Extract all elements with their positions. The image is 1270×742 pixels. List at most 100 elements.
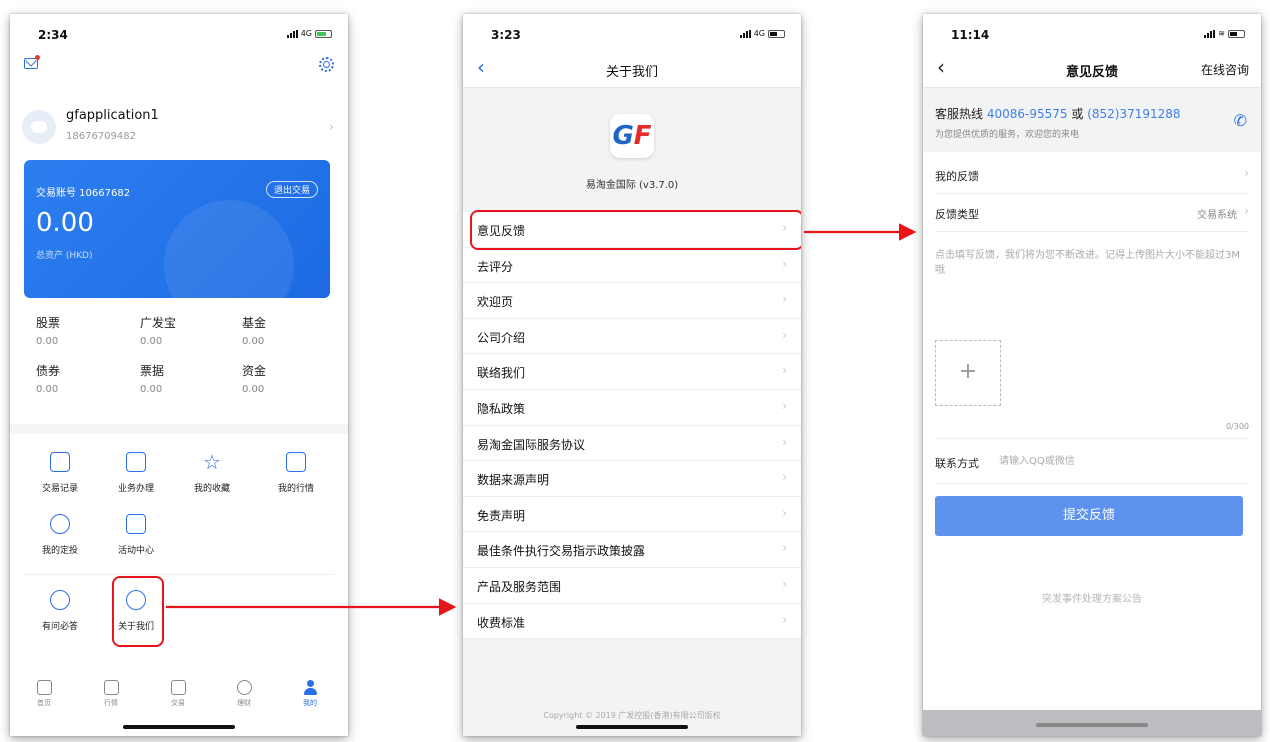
asset-gfbao[interactable]: 广发宝 0.00 [140, 314, 230, 347]
total-assets-label: 总资产 (HKD) [36, 251, 93, 261]
nav-bar: ‹ 意见反馈 在线咨询 [923, 50, 1261, 88]
signal-indicator: 4G [739, 29, 785, 38]
about-list-item[interactable]: 收费标准 › [463, 604, 801, 640]
about-list-item[interactable]: 产品及服务范围 › [463, 568, 801, 604]
upload-image-button[interactable]: + [935, 340, 1001, 406]
battery-icon [1228, 29, 1245, 38]
copyright-text: Copyright © 2019 广发控股(香港)有限公司版权 [543, 711, 721, 720]
signal-indicator: ≋ [1204, 29, 1245, 38]
my-feedback-row[interactable]: 我的反馈 › [935, 156, 1249, 194]
home-indicator [1036, 723, 1148, 727]
menu-trade-records[interactable]: 交易记录 [25, 452, 95, 494]
wealth-icon [236, 680, 252, 695]
phone-feedback-screen: 11:14 ≋ ‹ 意见反馈 在线咨询 客服热线 40086-95575 或 (… [923, 14, 1261, 736]
about-list-item[interactable]: 隐私政策 › [463, 390, 801, 426]
app-logo: GF [610, 114, 654, 158]
chevron-right-icon: › [782, 327, 787, 342]
tab-label: 理财 [237, 699, 251, 707]
menu-favorites[interactable]: ☆ 我的收藏 [177, 452, 247, 494]
tab-wealth[interactable]: 理财 [224, 680, 264, 708]
tab-home[interactable]: 首页 [24, 680, 64, 708]
wifi-icon: ≋ [1218, 29, 1225, 38]
asset-value: 0.00 [36, 384, 59, 395]
chevron-right-icon: › [782, 470, 787, 485]
contact-label: 联系方式 [935, 457, 979, 470]
hotline-subtitle: 为您提供优质的服务，欢迎您的来电 [935, 130, 1080, 140]
list-item-label: 去评分 [477, 259, 514, 274]
feedback-form: 我的反馈 › 反馈类型 交易系统 › 点击填写反馈，我们将为您不断改进。记得上传… [923, 152, 1261, 736]
exit-trading-button[interactable]: 退出交易 [265, 181, 318, 198]
avatar [22, 110, 56, 144]
tab-mine[interactable]: 我的 [290, 680, 330, 708]
status-bar: 2:34 4G [10, 14, 348, 50]
menu-auto-invest[interactable]: 我的定投 [25, 514, 95, 556]
tab-market[interactable]: 行情 [91, 680, 131, 708]
asset-value: 0.00 [36, 336, 59, 347]
tab-label: 行情 [104, 699, 118, 707]
chevron-right-icon: › [782, 576, 787, 591]
asset-name: 广发宝 [140, 316, 177, 330]
chart-icon [286, 452, 306, 472]
asset-funds[interactable]: 基金 0.00 [242, 314, 332, 347]
divider [24, 574, 334, 575]
account-card[interactable]: 交易账号 10667682 退出交易 0.00 总资产 (HKD) [24, 160, 330, 298]
about-list-item[interactable]: 欢迎页 › [463, 283, 801, 319]
contact-input[interactable] [999, 451, 1199, 471]
hotline-number-1[interactable]: 40086-95575 [987, 107, 1068, 121]
about-list-item[interactable]: 易淘金国际服务协议 › [463, 426, 801, 462]
asset-notes[interactable]: 票据 0.00 [140, 362, 230, 395]
menu-my-quotes[interactable]: 我的行情 [261, 452, 331, 494]
about-list-item[interactable]: 公司介绍 › [463, 319, 801, 355]
menu-label: 我的收藏 [193, 484, 230, 494]
section-separator [10, 424, 348, 434]
trade-icon [170, 680, 186, 695]
gear-icon[interactable] [319, 57, 334, 72]
chevron-right-icon: › [782, 363, 787, 378]
about-list-item[interactable]: 免责声明 › [463, 497, 801, 533]
asset-stocks[interactable]: 股票 0.00 [36, 314, 126, 347]
tab-label: 我的 [303, 699, 317, 707]
tab-trade[interactable]: 交易 [158, 680, 198, 708]
tab-label: 首页 [37, 699, 51, 707]
emergency-notice-link[interactable]: 突发事件处理方案公告 [923, 590, 1261, 605]
status-bar: 11:14 ≋ [923, 14, 1261, 50]
submit-feedback-button[interactable]: 提交反馈 [935, 496, 1243, 536]
highlight-box [470, 210, 801, 250]
asset-bonds[interactable]: 债券 0.00 [36, 362, 126, 395]
chevron-right-icon: › [782, 292, 787, 307]
phone-my-account-screen: 2:34 4G gfapplication1 18676709482 › 交易账… [10, 14, 348, 736]
hotline-label: 客服热线 [935, 107, 984, 121]
network-type: 4G [300, 29, 312, 38]
menu-faq[interactable]: 有问必答 [25, 590, 95, 632]
bars-icon [103, 680, 119, 695]
chevron-right-icon: › [782, 612, 787, 627]
about-list-item[interactable]: 联络我们 › [463, 354, 801, 390]
list-item-label: 产品及服务范围 [477, 579, 562, 594]
phone-call-icon[interactable]: ✆ [1234, 111, 1247, 130]
bottom-strip [923, 710, 1261, 736]
row-label: 反馈类型 [935, 208, 979, 221]
row-label: 我的反馈 [935, 170, 979, 183]
asset-name: 资金 [242, 364, 267, 378]
menu-label: 我的行情 [277, 484, 314, 494]
menu-label: 交易记录 [41, 484, 78, 494]
user-profile-row[interactable]: gfapplication1 18676709482 › [10, 100, 348, 160]
person-icon [303, 680, 318, 695]
list-item-label: 欢迎页 [477, 295, 514, 310]
tab-bar: 首页 行情 交易 理财 我的 [10, 668, 348, 708]
about-list-item[interactable]: 最佳条件执行交易指示政策披露 › [463, 532, 801, 568]
menu-activity-center[interactable]: 活动中心 [101, 514, 171, 556]
hotline-number-2[interactable]: (852)37191288 [1087, 107, 1180, 121]
list-item-label: 公司介绍 [477, 330, 526, 345]
about-list-item[interactable]: 数据来源声明 › [463, 461, 801, 497]
feedback-textarea[interactable]: 点击填写反馈，我们将为您不断改进。记得上传图片大小不能超过3M哦 [935, 248, 1245, 278]
online-consult-link[interactable]: 在线咨询 [1201, 61, 1249, 78]
feedback-type-row[interactable]: 反馈类型 交易系统 › [935, 194, 1249, 232]
chevron-right-icon: › [1244, 166, 1249, 180]
asset-cash[interactable]: 资金 0.00 [242, 362, 332, 395]
signal-bars-icon [1204, 29, 1216, 38]
menu-business[interactable]: 业务办理 [101, 452, 171, 494]
list-item-label: 最佳条件执行交易指示政策披露 [477, 544, 646, 559]
home-icon [36, 680, 52, 695]
about-list-item[interactable]: 去评分 › [463, 248, 801, 284]
